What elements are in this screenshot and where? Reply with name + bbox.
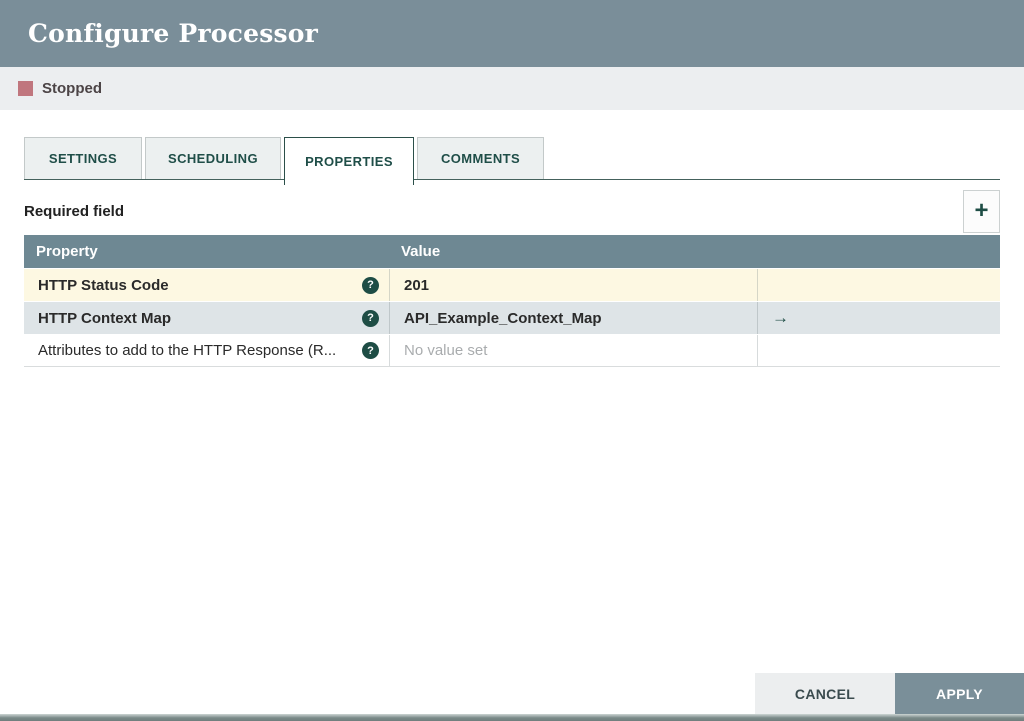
property-name: Attributes to add to the HTTP Response (…	[38, 342, 337, 359]
properties-table: Property Value HTTP Status Code ? 201 HT…	[24, 235, 1000, 367]
property-name-cell: Attributes to add to the HTTP Response (…	[24, 335, 389, 366]
property-name: HTTP Context Map	[38, 309, 172, 327]
property-value-cell[interactable]: API_Example_Context_Map	[389, 302, 757, 334]
question-circle-icon[interactable]: ?	[362, 309, 379, 327]
dialog-title: Configure Processor	[28, 19, 319, 48]
stopped-status-icon	[18, 81, 33, 96]
tab-properties-label: PROPERTIES	[305, 154, 393, 169]
plus-icon: +	[974, 197, 989, 224]
go-to-service-arrow-icon[interactable]: →	[772, 308, 789, 328]
tab-scheduling[interactable]: SCHEDULING	[145, 137, 281, 179]
tab-settings[interactable]: SETTINGS	[24, 137, 142, 179]
dialog-header: Configure Processor	[0, 0, 1024, 67]
dialog-bottom-edge	[0, 714, 1024, 721]
required-field-label: Required field	[24, 202, 125, 220]
property-extra-cell	[757, 335, 1000, 366]
tab-comments-label: COMMENTS	[440, 151, 521, 166]
value-column-header: Value	[401, 243, 441, 260]
required-field-row: Required field +	[24, 189, 1000, 233]
tab-scheduling-label: SCHEDULING	[168, 151, 258, 166]
properties-table-header: Property Value	[24, 235, 1000, 268]
dialog-footer: CANCEL APPLY	[755, 673, 1024, 714]
property-name-cell: HTTP Status Code ?	[24, 269, 389, 301]
table-row-http-context-map[interactable]: HTTP Context Map ? API_Example_Context_M…	[24, 301, 1000, 334]
dialog-content: SETTINGS SCHEDULING PROPERTIES COMMENTS …	[0, 131, 1024, 367]
question-circle-icon[interactable]: ?	[362, 276, 379, 294]
status-bar: Stopped	[0, 67, 1024, 110]
tab-bar: SETTINGS SCHEDULING PROPERTIES COMMENTS	[24, 131, 1000, 185]
tab-properties[interactable]: PROPERTIES	[284, 137, 414, 185]
property-value-cell[interactable]: 201	[389, 269, 757, 301]
property-column-header: Property	[36, 243, 98, 260]
question-circle-icon[interactable]: ?	[362, 342, 379, 359]
tab-comments[interactable]: COMMENTS	[417, 137, 544, 179]
property-extra-cell	[757, 269, 1000, 301]
property-name-cell: HTTP Context Map ?	[24, 302, 389, 334]
property-value-cell[interactable]: No value set	[389, 335, 757, 366]
property-name: HTTP Status Code	[38, 276, 169, 294]
apply-button[interactable]: APPLY	[895, 673, 1024, 714]
table-row-http-status-code[interactable]: HTTP Status Code ? 201	[24, 268, 1000, 301]
status-label: Stopped	[42, 80, 102, 97]
configure-processor-dialog: Configure Processor Stopped SETTINGS SCH…	[0, 0, 1024, 721]
tab-settings-label: SETTINGS	[48, 151, 118, 166]
cancel-button[interactable]: CANCEL	[755, 673, 895, 714]
property-extra-cell: →	[757, 302, 1000, 334]
table-row-attributes-to-add[interactable]: Attributes to add to the HTTP Response (…	[24, 334, 1000, 367]
add-property-button[interactable]: +	[963, 189, 1000, 233]
